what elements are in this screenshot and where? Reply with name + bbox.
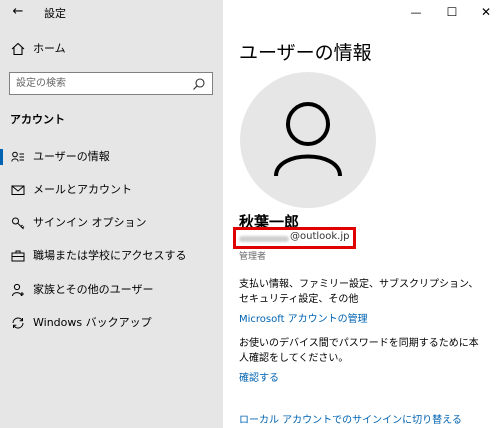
section-title: アカウント (10, 113, 65, 126)
nav-home[interactable]: ホーム (0, 38, 223, 60)
email-redacted (239, 236, 289, 242)
sidebar-item-label: メールとアカウント (33, 183, 132, 196)
person-add-icon (10, 282, 26, 298)
mail-icon (10, 182, 26, 198)
back-button[interactable]: ← (10, 4, 26, 20)
verify-text: お使いのデバイス間でパスワードを同期するために本人確認をしてください。 (239, 338, 479, 364)
main-content: ユーザーの情報 秋葉一郎 @outlook.jp 管理者 支払い情報、ファミリー… (223, 0, 500, 428)
user-info-icon (10, 149, 26, 165)
sidebar: ← 設定 ホーム アカウント ユーザーの情報 メールとアカウント サインイン オ… (0, 0, 223, 428)
sidebar-item-family[interactable]: 家族とその他のユーザー (0, 276, 223, 304)
home-label: ホーム (33, 42, 66, 55)
title-bar: ← 設定 (0, 0, 223, 24)
sidebar-item-signin-options[interactable]: サインイン オプション (0, 209, 223, 237)
account-info-text: 支払い情報、ファミリー設定、サブスクリプション、セキュリティ設定、その他 (239, 279, 479, 305)
person-icon (274, 102, 342, 177)
home-icon (10, 41, 26, 57)
sidebar-item-label: 家族とその他のユーザー (33, 283, 154, 296)
sidebar-item-user-info[interactable]: ユーザーの情報 (0, 143, 223, 171)
sync-icon (10, 315, 26, 331)
sidebar-item-label: サインイン オプション (33, 216, 147, 229)
verify-link[interactable]: 確認する (239, 369, 279, 384)
page-title: ユーザーの情報 (239, 42, 372, 64)
manage-account-link[interactable]: Microsoft アカウントの管理 (239, 310, 368, 325)
search-icon[interactable] (192, 76, 206, 90)
search-box[interactable] (9, 72, 213, 95)
role-label: 管理者 (239, 252, 267, 262)
briefcase-icon (10, 248, 26, 264)
sidebar-item-label: Windows バックアップ (33, 316, 152, 329)
sidebar-item-label: ユーザーの情報 (33, 150, 110, 163)
email-domain: @outlook.jp (290, 231, 350, 242)
sidebar-item-label: 職場または学校にアクセスする (33, 249, 187, 262)
sidebar-item-work-school[interactable]: 職場または学校にアクセスする (0, 242, 223, 270)
sidebar-item-windows-backup[interactable]: Windows バックアップ (0, 309, 223, 337)
sidebar-item-mail[interactable]: メールとアカウント (0, 176, 223, 204)
search-input[interactable] (16, 76, 186, 91)
app-title: 設定 (44, 7, 66, 20)
local-account-link[interactable]: ローカル アカウントでのサインインに切り替える (239, 411, 462, 426)
key-icon (10, 215, 26, 231)
avatar (240, 72, 376, 208)
